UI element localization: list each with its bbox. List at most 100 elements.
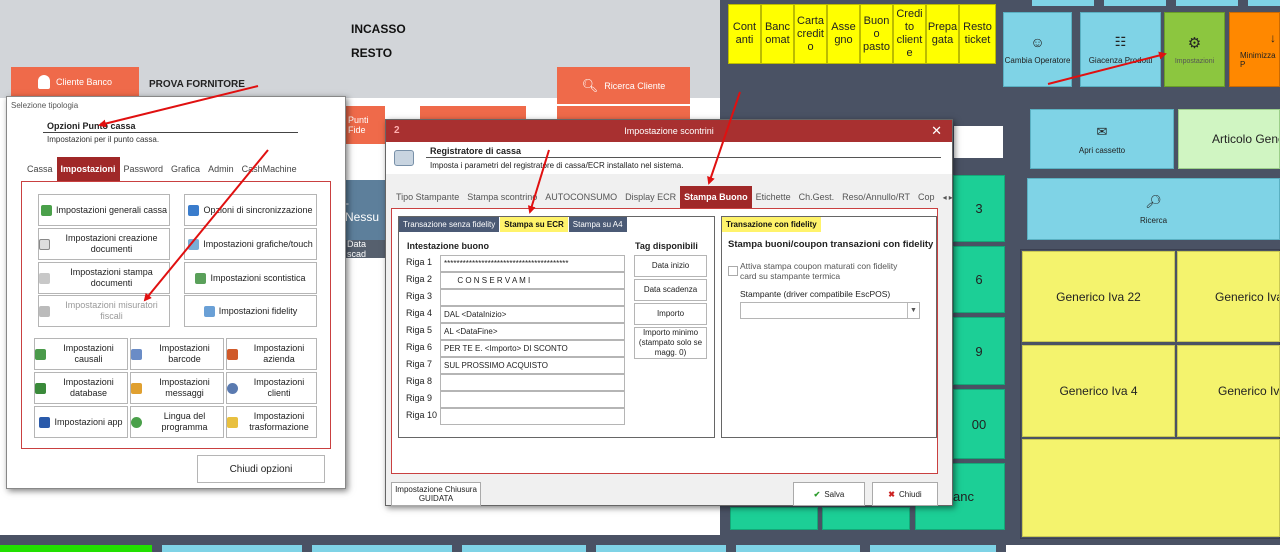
keypad-00[interactable]: 00 <box>953 389 1005 459</box>
punti-fidelity-button[interactable]: Punti Fide <box>345 106 385 144</box>
riga-8-input[interactable] <box>440 374 625 391</box>
salva-button[interactable]: ✔ Salva <box>793 482 865 506</box>
red-strip-button[interactable] <box>420 106 526 120</box>
tag-importo-minimo-button[interactable]: Importo minimo (stampato solo se magg. 0… <box>634 327 707 359</box>
keypad-6[interactable]: 6 <box>953 246 1005 313</box>
riga-5-input[interactable]: AL <DataFine> <box>440 323 625 340</box>
clienti-button[interactable]: Impostazioni clienti <box>226 372 317 404</box>
close-icon[interactable]: ✕ <box>931 123 942 139</box>
tab-grafica[interactable]: Grafica <box>167 157 204 181</box>
tab-cassa[interactable]: Cassa <box>23 157 57 181</box>
cliente-banco-button[interactable]: Cliente Banco <box>11 67 139 97</box>
bottom-green-tab[interactable] <box>0 545 152 552</box>
payment-resto-ticket[interactable]: Resto ticket <box>959 4 996 64</box>
tag-data-scadenza-button[interactable]: Data scadenza <box>634 279 707 301</box>
bottom-tab-5[interactable] <box>736 545 860 552</box>
minimizza-button[interactable]: ↓ Minimizza P <box>1229 12 1280 87</box>
bottom-tab-4[interactable] <box>596 545 726 552</box>
misuratori-fiscali-button[interactable]: Impostazioni misuratori fiscali <box>38 295 170 327</box>
riga-2-input[interactable]: C O N S E R V A M I <box>440 272 625 289</box>
trasformazione-button[interactable]: Impostazioni trasformazione <box>226 406 317 438</box>
riga-9-input[interactable] <box>440 391 625 408</box>
keypad-3[interactable]: 3 <box>953 175 1005 242</box>
keypad-bottom-a[interactable] <box>730 507 818 530</box>
messaggi-button[interactable]: Impostazioni messaggi <box>130 372 224 404</box>
chiudi-button[interactable]: ✖ Chiudi <box>872 482 938 506</box>
payment-carta-credito[interactable]: Carta credit o <box>794 4 827 64</box>
top-tab-d[interactable] <box>1248 0 1280 6</box>
impostazioni-button[interactable]: ⚙ Impostazioni <box>1164 12 1225 87</box>
fidelity-button[interactable]: Impostazioni fidelity <box>184 295 317 327</box>
tag-importo-button[interactable]: Importo <box>634 303 707 325</box>
top-tab-b[interactable] <box>1104 0 1166 6</box>
cambia-operatore-button[interactable]: ☺ Cambia Operatore <box>1003 12 1072 87</box>
chiudi-opzioni-button[interactable]: Chiudi opzioni <box>197 455 325 483</box>
payment-assegno[interactable]: Asse gno <box>827 4 860 64</box>
tab-etichette[interactable]: Etichette <box>752 186 795 208</box>
tab-stampa-buono[interactable]: Stampa Buono <box>680 186 752 208</box>
tab-admin[interactable]: Admin <box>204 157 238 181</box>
attiva-coupon-checkbox[interactable] <box>728 266 738 276</box>
bottom-tab-3[interactable] <box>462 545 586 552</box>
riga-7-input[interactable]: SUL PROSSIMO ACQUISTO <box>440 357 625 374</box>
tab-cop[interactable]: Cop <box>914 186 939 208</box>
tag-data-inizio-button[interactable]: Data inizio <box>634 255 707 277</box>
tab-scroll-arrows-icon[interactable]: ◂ ▸ <box>939 186 957 208</box>
payment-contanti[interactable]: Cont anti <box>728 4 761 64</box>
giacenza-prodotti-button[interactable]: ☷ Giacenza Prodotti <box>1080 12 1161 87</box>
riga-3-input[interactable] <box>440 289 625 306</box>
riga-4-input[interactable]: DAL <DataInizio> <box>440 306 625 323</box>
payment-buono-pasto[interactable]: Buon o pasto <box>860 4 893 64</box>
tab-reso-annullo[interactable]: Reso/Annullo/RT <box>838 186 914 208</box>
tab-tipo-stampante[interactable]: Tipo Stampante <box>392 186 463 208</box>
payment-bancomat[interactable]: Banc omat <box>761 4 794 64</box>
creazione-documenti-button[interactable]: Impostazioni creazione documenti <box>38 228 170 260</box>
keypad-bottom-b[interactable] <box>822 507 910 530</box>
tab-ch-gest[interactable]: Ch.Gest. <box>795 186 839 208</box>
top-tab-c[interactable] <box>1176 0 1238 6</box>
chiusura-guidata-button[interactable]: Impostazione Chiusura GUIDATA <box>391 482 481 506</box>
generico-iva-22-button[interactable]: Generico Iva 22 <box>1022 251 1175 342</box>
bottom-tab-1[interactable] <box>162 545 302 552</box>
subtab-stampa-a4[interactable]: Stampa su A4 <box>568 217 628 232</box>
tab-password[interactable]: Password <box>120 157 168 181</box>
ricerca-button[interactable]: 🔎︎ Ricerca <box>1027 178 1280 240</box>
riga-1-input[interactable]: **************************************** <box>440 255 625 272</box>
subtab-con-fidelity[interactable]: Transazione con fidelity <box>722 217 822 232</box>
azienda-button[interactable]: Impostazioni azienda <box>226 338 317 370</box>
tab-display-ecr[interactable]: Display ECR <box>621 186 680 208</box>
top-tab-a[interactable] <box>1032 0 1094 6</box>
riga-10-input[interactable] <box>440 408 625 425</box>
stampa-documenti-button[interactable]: Impostazioni stampa documenti <box>38 262 170 294</box>
generico-empty-button[interactable] <box>1022 439 1280 537</box>
app-button[interactable]: Impostazioni app <box>34 406 128 438</box>
red-strip-button-2[interactable] <box>557 106 690 120</box>
generico-iva-4-button[interactable]: Generico Iva 4 <box>1022 345 1175 437</box>
articolo-generico-button[interactable]: Articolo Gener <box>1178 109 1280 169</box>
grafiche-touch-button[interactable]: Impostazioni grafiche/touch <box>184 228 317 260</box>
generico-iva-button-1[interactable]: Generico Iva <box>1177 251 1280 342</box>
payment-credito-cliente[interactable]: Credi to client e <box>893 4 926 64</box>
sincronizzazione-button[interactable]: Opzioni di sincronizzazione <box>184 194 317 226</box>
impostazioni-generali-button[interactable]: Impostazioni generali cassa <box>38 194 170 226</box>
riga-6-input[interactable]: PER TE E. <Importo> DI SCONTO <box>440 340 625 357</box>
keypad-9[interactable]: 9 <box>953 317 1005 385</box>
generico-iva-button-2[interactable]: Generico Iva <box>1177 345 1280 437</box>
causali-button[interactable]: Impostazioni causali <box>34 338 128 370</box>
tab-autoconsumo[interactable]: AUTOCONSUMO <box>541 186 621 208</box>
subtab-stampa-ecr[interactable]: Stampa su ECR <box>500 217 569 232</box>
tab-impostazioni[interactable]: Impostazioni <box>56 157 120 181</box>
database-button[interactable]: Impostazioni database <box>34 372 128 404</box>
subtab-senza-fidelity[interactable]: Transazione senza fidelity <box>399 217 501 232</box>
payment-prepagata[interactable]: Prepa gata <box>926 4 959 64</box>
tab-stampa-scontrino[interactable]: Stampa scontrino <box>463 186 541 208</box>
bottom-tab-6[interactable] <box>870 545 996 552</box>
stampante-select[interactable]: ▼ <box>740 302 920 319</box>
chevron-down-icon[interactable]: ▼ <box>907 303 919 318</box>
lingua-button[interactable]: Lingua del programma <box>130 406 224 438</box>
scontistica-button[interactable]: Impostazioni scontistica <box>184 262 317 294</box>
ricerca-cliente-button[interactable]: 🔍︎ Ricerca Cliente <box>557 67 690 104</box>
barcode-button[interactable]: Impostazioni barcode <box>130 338 224 370</box>
bottom-tab-2[interactable] <box>312 545 452 552</box>
apri-cassetto-button[interactable]: ✉ Apri cassetto <box>1030 109 1174 169</box>
